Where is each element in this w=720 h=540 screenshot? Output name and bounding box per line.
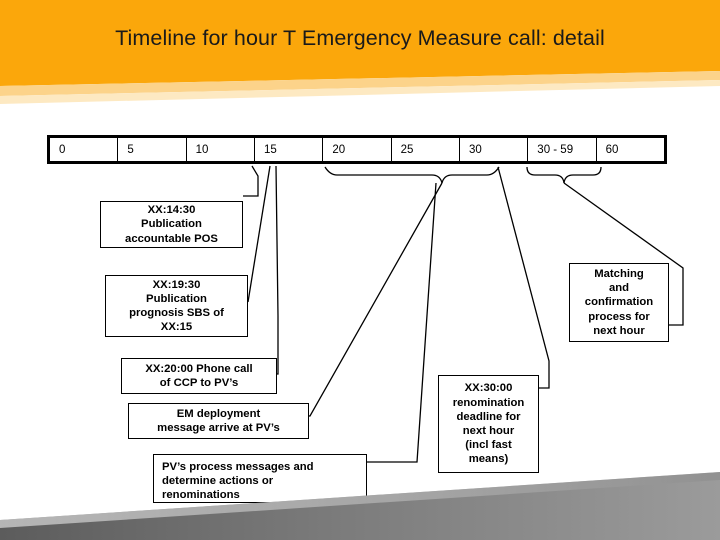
connector-pv xyxy=(367,182,437,463)
connector-em xyxy=(309,182,443,417)
callout-publication-prognosis: XX:19:30 Publication prognosis SBS of XX… xyxy=(105,275,248,337)
callout-phone-call: XX:20:00 Phone call of CCP to PV’s xyxy=(121,358,277,394)
footer-band-shape xyxy=(0,472,720,540)
callout-em-deployment: EM deployment message arrive at PV’s xyxy=(128,403,309,439)
brace-deployment-right xyxy=(441,166,500,184)
brace-matching-right xyxy=(563,166,602,184)
brace-matching-left xyxy=(526,166,565,184)
minutes-timeline: 0 5 10 15 20 25 30 30 - 59 60 xyxy=(47,135,667,164)
callout-matching-confirmation: Matching and confirmation process for ne… xyxy=(569,263,669,342)
timeline-cell-15[interactable]: 15 xyxy=(255,138,324,161)
timeline-cell-10[interactable]: 10 xyxy=(187,138,255,161)
connector-phone xyxy=(275,165,279,375)
timeline-diagram: 0 5 10 15 20 25 30 30 - 59 60 XX:14:30 P… xyxy=(0,0,720,540)
timeline-cell-30-59[interactable]: 30 - 59 xyxy=(528,138,597,161)
timeline-cell-60[interactable]: 60 xyxy=(597,138,664,161)
slide: Timeline for hour T Emergency Measure ca… xyxy=(0,0,720,540)
timeline-cell-0[interactable]: 0 xyxy=(50,138,119,161)
callout-publication-pos: XX:14:30 Publication accountable POS xyxy=(100,201,243,248)
slide-footer: 89 gas transport services xyxy=(0,472,720,540)
connector-renomination xyxy=(497,166,550,389)
timeline-cell-30[interactable]: 30 xyxy=(460,138,529,161)
callout-renomination-deadline: XX:30:00 renomination deadline for next … xyxy=(438,375,539,473)
connector-prognosis xyxy=(247,165,271,303)
timeline-cell-25[interactable]: 25 xyxy=(392,138,460,161)
brace-deployment xyxy=(324,166,443,184)
timeline-cell-5[interactable]: 5 xyxy=(118,138,187,161)
timeline-cell-20[interactable]: 20 xyxy=(323,138,392,161)
connector-pos xyxy=(243,165,259,197)
